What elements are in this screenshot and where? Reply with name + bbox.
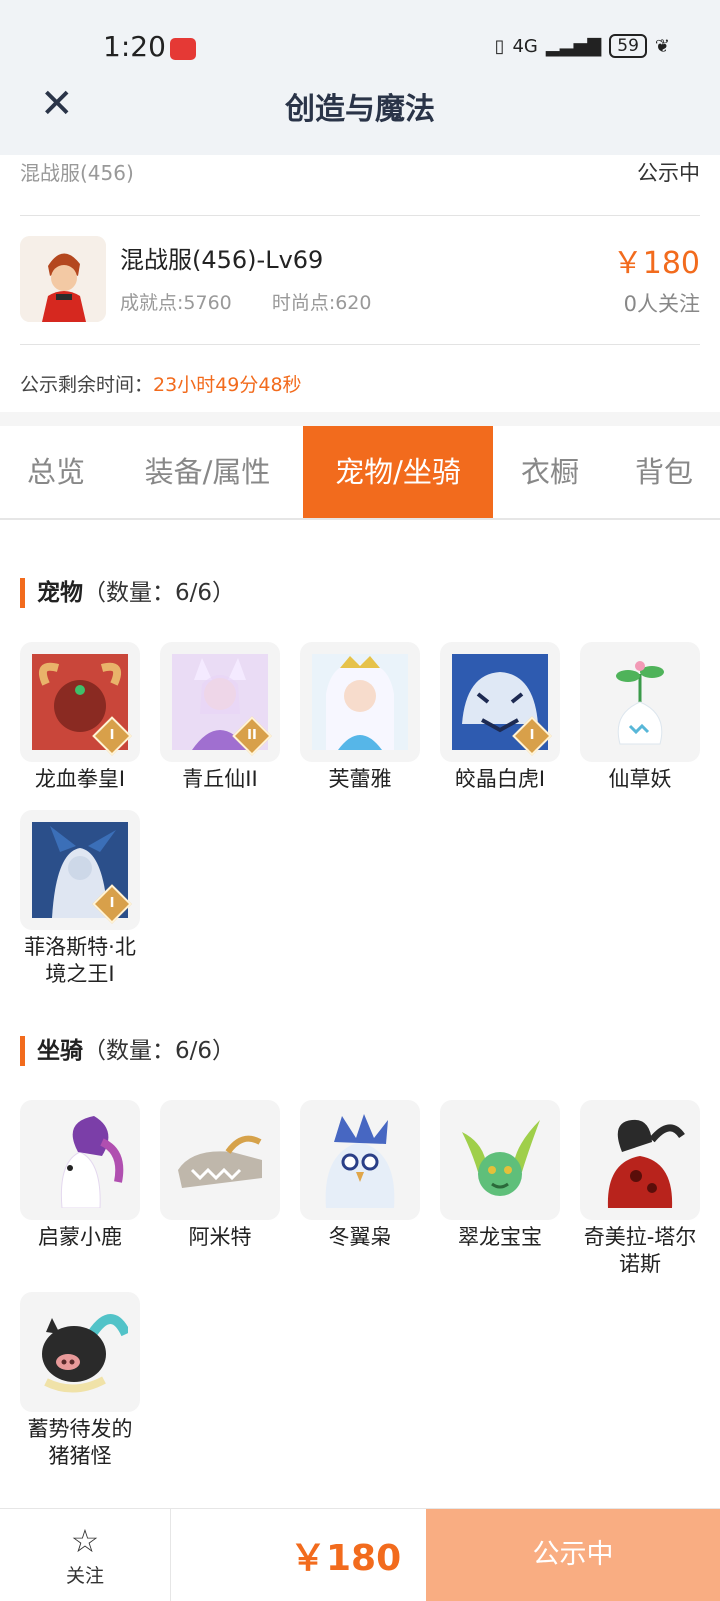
leaf-icon: ❦: [654, 35, 670, 57]
pets-title: 宠物: [37, 580, 83, 606]
tab-backpack[interactable]: 背包: [608, 426, 720, 518]
pet-item[interactable]: II 青丘仙II: [160, 642, 280, 793]
server-name: 混战服(456): [20, 161, 134, 185]
pets-section-title: 宠物（数量：6/6）: [20, 578, 235, 608]
mounts-section-title: 坐骑（数量：6/6）: [20, 1036, 235, 1066]
pet-image: II: [160, 642, 280, 762]
character-stats: 成就点:5760 时尚点:620: [120, 288, 405, 315]
server-row: 混战服(456) 公示中: [20, 155, 700, 216]
divider-band: [0, 412, 720, 426]
pet-item[interactable]: I 皎晶白虎Ⅰ: [440, 642, 560, 793]
tab-pets-mounts[interactable]: 宠物/坐骑: [303, 426, 493, 518]
countdown-value: 23小时49分48秒: [153, 374, 302, 396]
mount-image: [20, 1100, 140, 1220]
app-notification-icon: [170, 38, 196, 60]
pet-name: 仙草妖: [608, 767, 672, 791]
character-price: ￥180: [612, 246, 700, 281]
pet-item[interactable]: I 菲洛斯特·北境之王I: [20, 810, 140, 988]
mount-name: 奇美拉-塔尔诺斯: [583, 1225, 697, 1276]
title-bar: ✕ 创造与魔法: [0, 60, 720, 155]
mount-name: 翠龙宝宝: [458, 1225, 542, 1249]
pet-name: 龙血拳皇Ⅰ: [34, 767, 126, 791]
bottom-bar: ☆ 关注 ￥180 公示中: [0, 1508, 720, 1601]
tab-equipment[interactable]: 装备/属性: [120, 426, 295, 518]
mount-image: [300, 1100, 420, 1220]
follow-button[interactable]: ☆ 关注: [0, 1509, 171, 1601]
pet-name: 芙蕾雅: [328, 767, 392, 791]
network-label: 4G: [512, 35, 538, 57]
character-name: 混战服(456)-Lv69: [120, 246, 324, 274]
fashion-points: 时尚点:620: [271, 292, 372, 314]
pet-name: 菲洛斯特·北境之王I: [24, 935, 136, 986]
follow-label: 关注: [65, 1565, 104, 1587]
signal-icon: ▂▃▅▇: [545, 35, 602, 57]
pet-image: I: [20, 642, 140, 762]
publicity-countdown: 公示剩余时间：23小时49分48秒: [20, 370, 302, 397]
status-icons: ▯ 4G ▂▃▅▇ 59 ❦: [495, 34, 670, 58]
pet-name: 皎晶白虎Ⅰ: [454, 767, 546, 791]
pet-item[interactable]: 仙草妖: [580, 642, 700, 793]
mount-image: [580, 1100, 700, 1220]
mount-item[interactable]: 蓄势待发的猪猪怪: [20, 1292, 140, 1470]
mount-item[interactable]: 启蒙小鹿: [20, 1100, 140, 1251]
tab-bar: 总览 装备/属性 宠物/坐骑 衣橱 背包: [0, 426, 720, 520]
mount-image: [20, 1292, 140, 1412]
pet-item[interactable]: 芙蕾雅: [300, 642, 420, 793]
tab-wardrobe[interactable]: 衣橱: [500, 426, 600, 518]
achievement-points: 成就点:5760: [120, 292, 232, 314]
pet-image: I: [20, 810, 140, 930]
mount-name: 启蒙小鹿: [38, 1225, 122, 1249]
vibrate-icon: ▯: [494, 35, 505, 57]
mount-name: 蓄势待发的猪猪怪: [27, 1417, 133, 1468]
status-time: 1:20: [103, 30, 166, 63]
mounts-count: （数量：6/6）: [83, 1038, 236, 1064]
pet-image: [300, 642, 420, 762]
publicity-status-button[interactable]: 公示中: [426, 1509, 720, 1601]
mount-name: 冬翼枭: [328, 1225, 392, 1249]
character-card[interactable]: 混战服(456)-Lv69 成就点:5760 时尚点:620 ￥180 0人关注: [20, 232, 700, 345]
mount-item[interactable]: 翠龙宝宝: [440, 1100, 560, 1251]
star-icon: ☆: [70, 1522, 100, 1560]
mount-image: [160, 1100, 280, 1220]
pet-image: [580, 642, 700, 762]
pet-image: I: [440, 642, 560, 762]
follower-count: 0人关注: [623, 292, 700, 316]
mount-item[interactable]: 阿米特: [160, 1100, 280, 1251]
mounts-title: 坐骑: [37, 1038, 83, 1064]
pet-item[interactable]: I 龙血拳皇Ⅰ: [20, 642, 140, 793]
server-state: 公示中: [637, 161, 700, 185]
mount-item[interactable]: 奇美拉-塔尔诺斯: [580, 1100, 700, 1278]
battery-icon: 59: [609, 34, 647, 58]
page-title: 创造与魔法: [285, 92, 435, 127]
pet-name: 青丘仙II: [182, 767, 258, 791]
bottom-price: ￥180: [290, 1538, 402, 1579]
pets-count: （数量：6/6）: [83, 580, 236, 606]
character-avatar: [20, 236, 106, 322]
mount-name: 阿米特: [188, 1225, 252, 1249]
countdown-label: 公示剩余时间：: [20, 374, 154, 396]
mount-image: [440, 1100, 560, 1220]
tab-overview[interactable]: 总览: [0, 426, 112, 518]
mount-item[interactable]: 冬翼枭: [300, 1100, 420, 1251]
